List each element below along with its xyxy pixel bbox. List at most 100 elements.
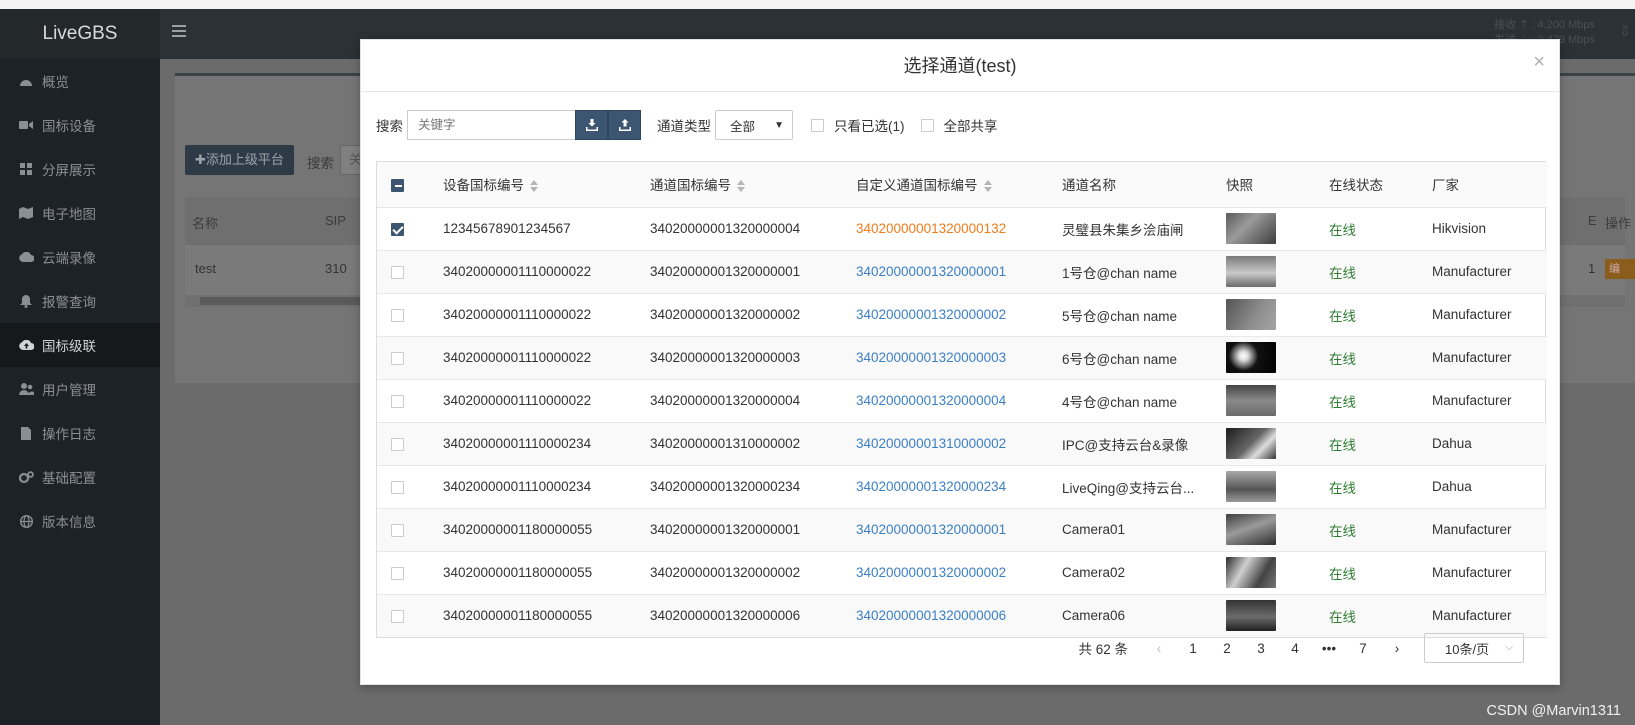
page-1[interactable]: 1 [1176,641,1210,656]
custom-id-link[interactable]: 34020000001310000002 [856,436,1006,451]
col-channel-id[interactable]: 通道国标编号 [650,162,856,208]
table-row[interactable]: 34020000001110000234 3402000000132000023… [377,464,1547,508]
page-size-select[interactable]: 10条/页 ⌵ [1424,633,1524,663]
app-logo[interactable]: LiveGBS [0,9,160,59]
page-4[interactable]: 4 [1278,641,1312,656]
close-icon[interactable]: × [1533,52,1545,72]
device-id-cell: 34020000001110000022 [443,335,650,379]
row-checkbox[interactable] [391,308,404,322]
import-button[interactable] [575,110,608,140]
background-scrollbar-thumb[interactable] [200,297,370,305]
sidebar-item-users[interactable]: 用户管理 [0,367,160,411]
snapshot-thumbnail[interactable] [1226,342,1276,373]
table-row[interactable]: 34020000001110000022 3402000000132000000… [377,335,1547,379]
custom-id-cell: 34020000001310000002 [856,421,1062,465]
browser-bookmark-strip [0,0,1635,9]
table-row[interactable]: 34020000001110000234 3402000000131000000… [377,421,1547,465]
add-upper-platform-button[interactable]: ✚添加上级平台 [185,145,294,175]
search-input[interactable] [407,110,575,140]
sidebar-item-devices[interactable]: 国标设备 [0,103,160,147]
sort-icon[interactable] [530,180,538,193]
row-checkbox[interactable] [391,566,404,580]
status-badge: 在线 [1329,609,1356,625]
custom-id-cell: 34020000001320000002 [856,292,1062,336]
page-7[interactable]: 7 [1346,641,1380,656]
custom-id-link[interactable]: 34020000001320000003 [856,350,1006,365]
sidebar-item-label: 概览 [42,75,69,90]
sidebar-item-alarm[interactable]: 报警查询 [0,279,160,323]
row-checkbox[interactable] [391,610,404,624]
table-row[interactable]: 34020000001180000055 3402000000132000000… [377,593,1547,637]
row-checkbox[interactable] [391,265,404,279]
channel-type-select[interactable]: 全部 ▼ [715,110,793,140]
snapshot-thumbnail[interactable] [1226,514,1276,545]
snapshot-thumbnail[interactable] [1226,600,1276,632]
page-3[interactable]: 3 [1244,641,1278,656]
table-row[interactable]: 34020000001110000022 3402000000132000000… [377,249,1547,293]
export-button[interactable] [608,110,641,140]
custom-id-link[interactable]: 34020000001320000006 [856,608,1006,623]
table-row[interactable]: 34020000001110000022 3402000000132000000… [377,378,1547,422]
device-id-cell: 34020000001110000022 [443,249,650,293]
background-edit-button[interactable]: 编 [1605,259,1635,279]
snapshot-thumbnail[interactable] [1226,256,1276,287]
page-2[interactable]: 2 [1210,641,1244,656]
col-status: 在线状态 [1329,162,1432,208]
custom-id-link[interactable]: 34020000001320000001 [856,522,1006,537]
custom-id-link[interactable]: 34020000001320000001 [856,264,1006,279]
channel-id-cell: 34020000001320000004 [650,378,856,422]
snapshot-thumbnail[interactable] [1226,385,1276,416]
menu-toggle-icon[interactable] [172,23,190,43]
row-checkbox[interactable] [391,480,404,494]
snapshot-thumbnail[interactable] [1226,299,1276,330]
select-all-checkbox[interactable] [391,178,404,192]
download-icon[interactable]: ⇩ [1619,23,1631,40]
page-ellipsis[interactable]: ••• [1312,641,1346,656]
next-page-icon[interactable]: › [1380,641,1414,656]
custom-id-link[interactable]: 34020000001320000004 [856,393,1006,408]
sidebar-item-overview[interactable]: 概览 [0,59,160,103]
custom-id-link[interactable]: 34020000001320000002 [856,565,1006,580]
row-checkbox[interactable] [391,351,404,365]
status-cell: 在线 [1329,335,1432,379]
sidebar-item-logs[interactable]: 操作日志 [0,411,160,455]
sidebar-item-map[interactable]: 电子地图 [0,191,160,235]
sidebar-item-cascade[interactable]: 国标级联 [0,323,160,367]
row-select-cell [377,593,443,637]
share-all-checkbox[interactable] [920,118,934,132]
col-device-id[interactable]: 设备国标编号 [443,162,650,208]
snapshot-cell [1226,292,1329,336]
sidebar-item-splitscreen[interactable]: 分屏展示 [0,147,160,191]
sort-icon[interactable] [983,180,992,193]
vendor-cell: Manufacturer [1432,249,1547,293]
table-row[interactable]: 34020000001110000022 3402000000132000000… [377,292,1547,336]
snapshot-thumbnail[interactable] [1226,471,1276,502]
col-custom-id[interactable]: 自定义通道国标编号 [856,162,1062,208]
snapshot-thumbnail[interactable] [1226,557,1276,588]
row-checkbox[interactable] [391,394,404,408]
table-row[interactable]: 34020000001180000055 3402000000132000000… [377,507,1547,551]
row-checkbox[interactable] [391,437,404,451]
custom-id-link[interactable]: 34020000001320000234 [856,479,1006,494]
channel-table: 设备国标编号 通道国标编号 自定义通道国标编号 通道名称 快照 在线状态 厂家 … [376,161,1547,638]
row-select-cell [377,249,443,293]
sidebar-item-version[interactable]: 版本信息 [0,499,160,543]
bell-icon [18,293,34,309]
table-row[interactable]: 34020000001180000055 3402000000132000000… [377,550,1547,594]
only-selected-checkbox[interactable] [811,118,824,132]
device-id-cell: 34020000001180000055 [443,507,650,551]
custom-id-link[interactable]: 34020000001320000002 [856,307,1006,322]
row-checkbox[interactable] [391,222,404,236]
sort-icon[interactable] [737,180,745,193]
custom-id-cell: 34020000001320000132 [856,206,1062,250]
status-cell: 在线 [1329,507,1432,551]
sidebar-item-cloud-record[interactable]: 云端录像 [0,235,160,279]
custom-id-link[interactable]: 34020000001320000132 [856,221,1006,236]
table-row[interactable]: 12345678901234567 34020000001320000004 3… [377,206,1547,250]
row-checkbox[interactable] [391,523,404,537]
row-select-cell [377,421,443,465]
snapshot-thumbnail[interactable] [1226,428,1276,459]
snapshot-thumbnail[interactable] [1226,213,1276,244]
prev-page-icon[interactable]: ‹ [1142,641,1176,656]
sidebar-item-config[interactable]: 基础配置 [0,455,160,499]
